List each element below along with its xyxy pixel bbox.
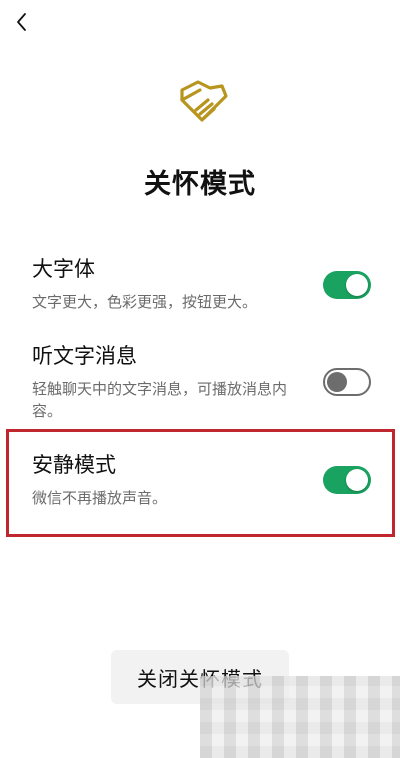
page-title: 关怀模式 bbox=[144, 169, 256, 200]
toggle-knob bbox=[346, 274, 368, 296]
toggle-knob bbox=[327, 372, 347, 392]
setting-description: 文字更大，色彩更强，按钮更大。 bbox=[32, 293, 258, 311]
close-care-mode-button[interactable]: 关闭关怀模式 bbox=[111, 650, 289, 704]
setting-label: 听文字消息 bbox=[32, 344, 137, 368]
care-hand-heart-icon bbox=[172, 76, 230, 128]
large-font-toggle[interactable] bbox=[323, 271, 371, 299]
listen-text-toggle[interactable] bbox=[323, 368, 371, 396]
back-arrow-icon[interactable] bbox=[10, 10, 34, 34]
highlight-annotation-box bbox=[6, 429, 395, 537]
setting-description: 轻触聊天中的文字消息，可播放消息内容。 bbox=[32, 380, 288, 420]
care-mode-screen: 关怀模式 大字体 文字更大，色彩更强，按钮更大。 听文字消息 轻触聊天中的文字消… bbox=[0, 0, 400, 758]
